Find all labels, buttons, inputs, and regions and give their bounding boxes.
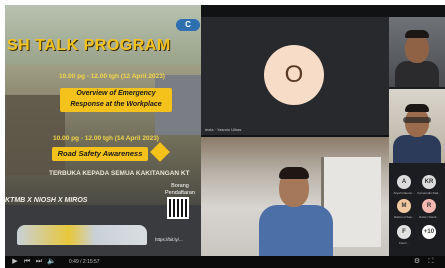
playback-controls: ▶ ⏮ ⏭ 🔈 0:49 / 2:15:57 ⚙ ⛶ (5, 256, 445, 268)
playback-time: 0:49 / 2:15:57 (69, 259, 100, 265)
avatar: O (264, 45, 324, 105)
meeting-recording-window: C SH TALK PROGRAM 10.00 pg - 12.00 tgh (… (5, 5, 445, 268)
fullscreen-icon[interactable]: ⛶ (427, 258, 435, 266)
road-sign-icon (150, 142, 170, 162)
slide-title: SH TALK PROGRAM (7, 37, 171, 54)
session1-topic: Overview of Emergency Response at the Wo… (60, 88, 172, 112)
participant-tile-avatar[interactable]: O ieola · Yasmin Ulhas (201, 17, 389, 135)
more-participants-button[interactable]: +10 (422, 225, 436, 239)
grid-avatar-4[interactable]: F (397, 225, 411, 239)
grid-label-4: Fauzi... (399, 241, 409, 245)
participant-video-person (259, 167, 333, 256)
skip-back-icon[interactable]: ⏮ (23, 258, 31, 266)
grid-avatar-2[interactable]: M (397, 199, 411, 213)
session2-topic: Road Safety Awareness (52, 147, 148, 161)
grid-label-3: Rahim Ramli... (419, 215, 439, 219)
participant-grid: A Aliyah Nasrun... KR Kamarudin Rad... M… (389, 165, 445, 256)
shared-slide: C SH TALK PROGRAM 10.00 pg - 12.00 tgh (… (5, 5, 201, 256)
form-label-line1: Borang (171, 183, 189, 189)
skip-forward-icon[interactable]: ⏭ (35, 258, 43, 266)
form-url: https://bit.ly/... (155, 237, 183, 242)
participant-thumbnail-2[interactable] (389, 89, 445, 163)
session1-topic-line1: Overview of Emergency (76, 90, 156, 97)
grid-avatar-0[interactable]: A (397, 175, 411, 189)
session1-topic-line2: Response at the Workplace (70, 101, 162, 108)
grid-label-2: Mahmud Saa... (393, 215, 415, 219)
session1-time: 10.00 pg - 12.00 tgh (12 April 2023) (59, 73, 165, 80)
form-label-line2: Pendaftaran (165, 190, 195, 196)
grid-label-0: Aliyah Nasrun... (393, 191, 415, 195)
participant-tile-video[interactable] (201, 137, 389, 256)
grid-avatar-1[interactable]: KR (422, 175, 436, 189)
session2-time: 10.00 pg - 12.00 tgh (14 April 2023) (53, 135, 159, 142)
organizers-text: KTMB X NIOSH X MIROS (5, 197, 88, 204)
organizer-logo: C (176, 19, 200, 31)
qr-code (167, 197, 189, 219)
participant-thumbnail-1[interactable] (389, 17, 445, 87)
grid-label-1: Kamarudin Rad... (417, 191, 441, 195)
volume-icon[interactable]: 🔈 (47, 258, 56, 266)
grid-avatar-3[interactable]: R (422, 199, 436, 213)
audience-note: TERBUKA KEPADA SEMUA KAKITANGAN KT (49, 170, 190, 177)
sunglasses (403, 117, 431, 123)
participant-name: ieola · Yasmin Ulhas (205, 127, 242, 132)
form-label: Borang Pendaftaran (165, 183, 195, 197)
play-icon[interactable]: ▶ (11, 258, 19, 266)
settings-icon[interactable]: ⚙ (413, 258, 421, 266)
train-image (17, 225, 147, 245)
participant-sidebar: A Aliyah Nasrun... KR Kamarudin Rad... M… (389, 17, 445, 256)
